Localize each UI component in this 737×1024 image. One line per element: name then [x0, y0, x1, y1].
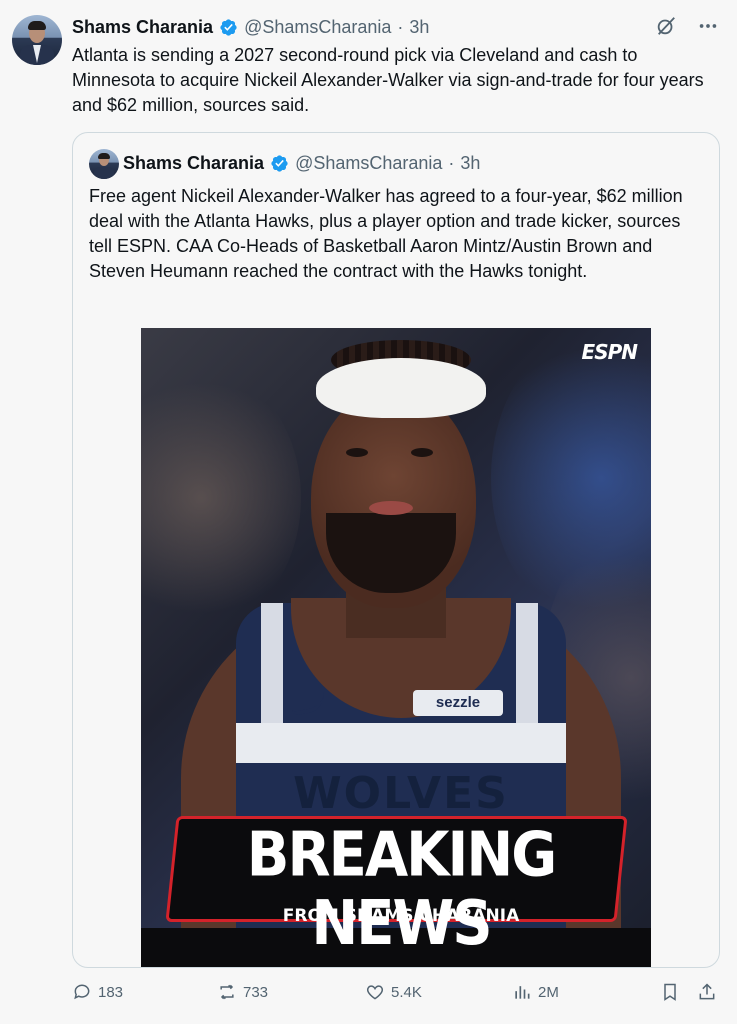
views-icon	[515, 986, 530, 999]
player-headband	[316, 358, 486, 418]
reply-icon	[74, 984, 90, 1000]
tweet-timestamp[interactable]: 3h	[409, 17, 429, 38]
quoted-author-avatar[interactable]	[89, 149, 119, 179]
bookmark-button[interactable]	[660, 982, 680, 1002]
breaking-news-headline: BREAKING NEWS	[246, 819, 557, 960]
breaking-news-subline: FROM SHAMS CHARANIA	[282, 906, 520, 926]
repost-icon	[220, 984, 234, 1000]
separator-dot: ·	[448, 153, 455, 173]
like-icon	[366, 985, 384, 1000]
like-button[interactable]: 5.4K	[365, 982, 422, 1002]
tweet[interactable]: Shams Charania @ShamsCharania · 3h Atlan…	[0, 0, 737, 1024]
tweet-actions-bar: 183 733 5.4K 2M	[72, 982, 722, 1008]
verified-badge-icon	[220, 18, 237, 36]
like-count: 5.4K	[391, 983, 422, 1001]
repost-count: 733	[243, 983, 269, 1001]
quoted-tweet[interactable]: Shams Charania @ShamsCharania · 3h Free …	[72, 132, 720, 968]
quoted-author-handle: @ShamsCharania	[295, 153, 443, 173]
share-button[interactable]	[697, 982, 717, 1002]
more-icon[interactable]	[697, 15, 719, 37]
jersey-text: WOLVES	[293, 768, 509, 819]
tweet-header: Shams Charania @ShamsCharania · 3h	[72, 16, 429, 38]
tweet-top-actions	[655, 15, 719, 37]
author-avatar[interactable]	[12, 15, 62, 65]
views-button[interactable]: 2M	[512, 982, 559, 1002]
tweet-text: Atlanta is sending a 2027 second-round p…	[72, 45, 704, 115]
grok-icon[interactable]	[655, 15, 677, 37]
quoted-tweet-header: Shams Charania @ShamsCharania · 3h	[123, 153, 480, 174]
author-handle[interactable]: @ShamsCharania	[244, 17, 391, 38]
bookmark-icon	[664, 983, 676, 1001]
quoted-timestamp: 3h	[460, 153, 481, 173]
espn-logo: ESPN	[581, 340, 638, 364]
reply-button[interactable]: 183	[72, 982, 123, 1002]
author-name[interactable]: Shams Charania	[72, 17, 213, 38]
reply-count: 183	[98, 983, 124, 1001]
share-icon	[699, 983, 715, 1000]
jersey-sponsor: sezzle	[413, 690, 503, 716]
views-count: 2M	[538, 983, 559, 1001]
quoted-author-name[interactable]: Shams Charania	[123, 153, 264, 174]
quoted-tweet-text: Free agent Nickeil Alexander-Walker has …	[89, 186, 683, 281]
quoted-tweet-image[interactable]: sezzle WOLVES ESPN BREAKING NEWS FROM SH…	[141, 328, 651, 967]
repost-button[interactable]: 733	[217, 982, 268, 1002]
verified-badge-icon	[271, 155, 288, 172]
separator-dot: ·	[397, 16, 404, 37]
